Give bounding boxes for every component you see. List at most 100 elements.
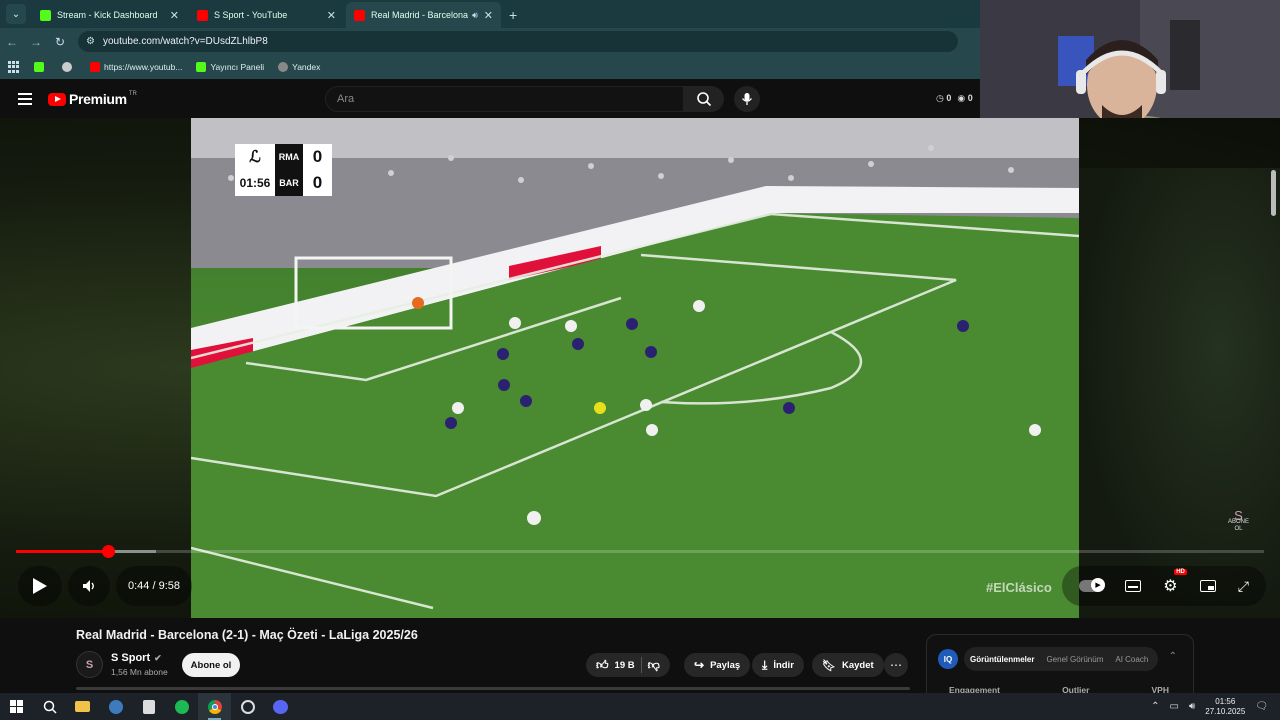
bookmark-label: https://www.youtub...	[104, 62, 183, 72]
back-icon[interactable]: ←	[0, 35, 24, 49]
url-text: youtube.com/watch?v=DUsdZLhlbP8	[102, 36, 268, 47]
youtube-header: Premium TR Ara ◷ 0 ◉ 0	[0, 80, 980, 118]
tab-goruntulenmeler[interactable]: Görüntülenmeler	[964, 655, 1040, 664]
like-button[interactable]: 👍︎ 19 B	[596, 658, 635, 673]
system-tray: ⌃ ▭ 🔊︎ 01:56 27.10.2025 🗨︎	[1151, 693, 1268, 720]
bookmark-yayinci-paneli[interactable]: Yayıncı Paneli	[196, 62, 264, 72]
site-info-icon[interactable]: ⚙	[86, 36, 95, 47]
match-clock: 01:56	[235, 170, 275, 196]
download-icon: ⤓	[762, 657, 768, 672]
settings-button[interactable]: ⚙ HD	[1163, 569, 1187, 596]
progress-bar[interactable]	[16, 545, 1264, 558]
spotify-icon[interactable]	[165, 693, 198, 720]
tab-real-madrid-video[interactable]: Real Madrid - Barcelona (2- 🔊︎ ✕	[346, 2, 501, 28]
download-label: İndir	[773, 659, 794, 671]
sport-logo-icon: S	[1234, 508, 1243, 523]
tab-search-button[interactable]: ⌄	[6, 4, 26, 24]
tab-kick-dashboard[interactable]: Stream - Kick Dashboard ✕	[32, 2, 187, 28]
youtube-logo[interactable]: Premium TR	[48, 91, 137, 107]
search-button[interactable]	[684, 86, 724, 112]
header-stats: ◷ 0 ◉ 0	[936, 93, 973, 104]
miniplayer-icon[interactable]	[1199, 580, 1216, 592]
share-button[interactable]: ↪ Paylaş	[684, 653, 751, 677]
tab-label: S Sport - YouTube	[214, 10, 288, 20]
description-scroll-edge	[76, 687, 910, 690]
subscribe-button[interactable]: Abone ol	[182, 653, 240, 677]
address-bar-row: ← → ↻ ⚙ youtube.com/watch?v=DUsdZLhlbP8	[0, 28, 980, 55]
chevron-up-icon[interactable]: ⌃	[1151, 701, 1159, 712]
bookmark-youtube[interactable]: https://www.youtub...	[90, 62, 182, 72]
close-icon[interactable]: ✕	[170, 9, 179, 22]
speaker-icon[interactable]: 🔊︎	[472, 10, 478, 21]
save-button[interactable]: 🔖︎ Kaydet	[812, 653, 884, 677]
clock-time: 01:56	[1215, 696, 1236, 706]
subtitles-icon[interactable]	[1125, 580, 1142, 592]
scrubber-handle[interactable]	[101, 545, 115, 558]
clock-date: 27.10.2025	[1205, 706, 1246, 716]
kick-icon	[34, 62, 44, 72]
mic-icon	[741, 93, 753, 105]
new-tab-button[interactable]: +	[509, 7, 517, 23]
laliga-logo: ℒ	[235, 144, 275, 170]
globe-icon	[62, 62, 72, 72]
download-button[interactable]: ⤓ İndir	[752, 653, 804, 677]
close-icon[interactable]: ✕	[327, 9, 336, 22]
reload-icon[interactable]: ↻	[48, 35, 72, 49]
tab-label: Real Madrid - Barcelona (2-	[371, 10, 469, 20]
close-icon[interactable]: ✕	[484, 9, 493, 22]
windows-start-icon[interactable]	[0, 693, 33, 720]
dislike-button[interactable]: 👎︎	[648, 658, 660, 673]
page-scrollbar[interactable]	[1271, 170, 1276, 216]
obs-icon[interactable]	[231, 693, 264, 720]
panel-tabs: Görüntülenmeler Genel Görünüm AI Coach	[964, 647, 1158, 671]
forward-icon[interactable]: →	[24, 35, 48, 49]
autoplay-toggle[interactable]: ▶	[1079, 578, 1106, 592]
bookmark-globe[interactable]	[62, 62, 76, 72]
youtube-favicon	[354, 9, 365, 21]
watermark-line-1: ABONE	[1228, 519, 1250, 525]
video-player[interactable]: ℒ RMA 0 01:56 BAR 0 #ElClásico S ABONE O…	[0, 118, 1280, 618]
volume-button[interactable]	[68, 566, 110, 606]
tab-ai-coach[interactable]: AI Coach	[1109, 655, 1154, 664]
voice-search-button[interactable]	[734, 86, 760, 112]
channel-info[interactable]: S S Sport ✔ 1,56 Mn abone	[76, 651, 168, 678]
steam-icon[interactable]	[99, 693, 132, 720]
bookmark-yandex[interactable]: Yandex	[278, 62, 320, 72]
calculator-icon[interactable]	[132, 693, 165, 720]
hd-badge: HD	[1174, 569, 1187, 575]
search-input[interactable]: Ara	[325, 86, 684, 112]
avatar[interactable]: S	[76, 651, 103, 678]
search-icon[interactable]	[33, 693, 66, 720]
bookmark-label: Yandex	[292, 62, 321, 72]
subscribe-watermark[interactable]: S ABONE OL	[1228, 508, 1250, 533]
network-icon[interactable]: ▭	[1169, 701, 1178, 712]
autoplay-knob: ▶	[1091, 578, 1106, 592]
tab-s-sport[interactable]: S Sport - YouTube ✕	[189, 2, 344, 28]
volume-icon[interactable]: 🔊︎	[1189, 701, 1195, 712]
apps-grid-icon[interactable]	[8, 61, 20, 73]
tab-genel-gorunum[interactable]: Genel Görünüm	[1040, 655, 1109, 664]
tab-label: Stream - Kick Dashboard	[57, 10, 158, 20]
bookmark-label: Yayıncı Paneli	[210, 62, 265, 72]
divider	[640, 657, 642, 673]
youtube-favicon	[197, 9, 208, 21]
file-explorer-icon[interactable]	[66, 693, 99, 720]
video-frame[interactable]: ℒ RMA 0 01:56 BAR 0	[191, 118, 1079, 618]
url-field[interactable]: ⚙ youtube.com/watch?v=DUsdZLhlbP8	[78, 31, 958, 52]
notifications-icon[interactable]: 🗨︎	[1255, 701, 1268, 712]
play-button[interactable]	[18, 566, 62, 606]
system-clock[interactable]: 01:56 27.10.2025	[1205, 697, 1245, 717]
chevron-up-icon[interactable]: ⌃	[1169, 651, 1177, 662]
bookmark-kick[interactable]	[34, 62, 48, 72]
discord-icon[interactable]	[264, 693, 297, 720]
menu-icon[interactable]	[18, 90, 32, 108]
browser-tab-bar: ⌄ Stream - Kick Dashboard ✕ S Sport - Yo…	[0, 0, 980, 28]
fullscreen-icon[interactable]: ⤢	[1238, 578, 1249, 595]
channel-name[interactable]: S Sport	[111, 652, 150, 664]
like-dislike-group: 👍︎ 19 B 👎︎	[586, 653, 670, 677]
chrome-icon[interactable]	[198, 693, 231, 720]
video-title: Real Madrid - Barcelona (2-1) - Maç Özet…	[76, 628, 418, 642]
more-actions-button[interactable]: ⋯	[884, 653, 908, 677]
search-icon	[697, 92, 712, 107]
right-controls: ▶ ⚙ HD ⤢	[1062, 566, 1266, 606]
